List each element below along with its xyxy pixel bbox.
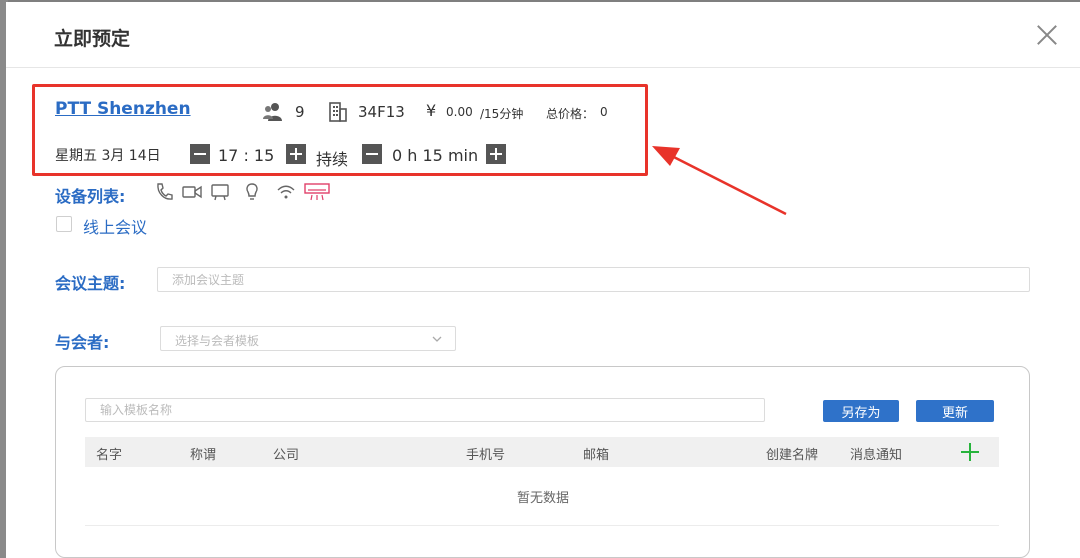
screen-icon [211, 184, 229, 201]
duration-label: 持续 [316, 150, 349, 169]
topic-input[interactable] [157, 267, 1030, 292]
total-price-label: 总价格： [546, 107, 595, 121]
time-decrease-button[interactable] [190, 144, 210, 164]
attendee-table-header: 名字 称谓 公司 手机号 邮箱 创建名牌 消息通知 [85, 437, 999, 467]
modal-header: 立即预定 [6, 2, 1080, 68]
modal-title: 立即预定 [54, 28, 131, 50]
chevron-down-icon [432, 336, 442, 342]
attendees-label: 与会者: [55, 333, 110, 352]
update-button[interactable]: 更新 [916, 400, 994, 422]
attendee-template-placeholder: 选择与会者模板 [175, 334, 260, 348]
template-name-input[interactable] [85, 398, 765, 422]
column-email: 邮箱 [583, 448, 610, 463]
currency-symbol: ¥ [426, 101, 437, 120]
location-link[interactable]: PTT Shenzhen [55, 99, 191, 119]
booking-date: 星期五 3月 14日 [55, 148, 161, 164]
topic-label: 会议主题: [55, 274, 126, 293]
wifi-icon [277, 185, 295, 199]
equipment-label: 设备列表: [55, 187, 126, 206]
booking-modal: 立即预定 PTT Shenzhen 9 34F13 ¥ 0.00 /15分钟 总… [6, 2, 1080, 558]
online-meeting-checkbox[interactable] [56, 216, 72, 232]
column-company: 公司 [273, 448, 300, 463]
people-count: 9 [295, 103, 305, 121]
building-icon [329, 102, 347, 122]
column-phone: 手机号 [466, 448, 506, 463]
total-price-value: 0 [600, 105, 608, 119]
duration-increase-button[interactable] [486, 144, 506, 164]
column-title: 称谓 [190, 448, 217, 463]
close-icon[interactable] [1036, 24, 1058, 46]
booking-time: 17 : 15 [218, 146, 275, 165]
room-code: 34F13 [358, 103, 405, 121]
save-as-button[interactable]: 另存为 [823, 400, 899, 422]
column-name: 名字 [96, 448, 123, 463]
column-notification: 消息通知 [850, 448, 903, 463]
add-attendee-icon[interactable] [961, 443, 979, 461]
air-conditioner-icon [304, 183, 330, 201]
red-arrow-annotation [652, 146, 787, 216]
people-icon [263, 103, 282, 121]
duration-value: 0 h 15 min [392, 146, 479, 165]
price-unit: /15分钟 [480, 107, 524, 121]
time-increase-button[interactable] [286, 144, 306, 164]
video-camera-icon [182, 185, 202, 199]
price: 0.00 [446, 105, 473, 119]
attendee-template-panel: 另存为 更新 名字 称谓 公司 手机号 邮箱 创建名牌 消息通知 暂无数据 [55, 366, 1030, 558]
empty-table-message: 暂无数据 [516, 491, 569, 506]
column-create-nameplate: 创建名牌 [766, 448, 819, 463]
online-meeting-label: 线上会议 [83, 218, 148, 237]
lightbulb-icon [246, 183, 258, 200]
phone-icon [157, 183, 173, 200]
attendee-template-select[interactable]: 选择与会者模板 [160, 326, 456, 351]
duration-decrease-button[interactable] [362, 144, 382, 164]
table-divider [85, 525, 999, 526]
